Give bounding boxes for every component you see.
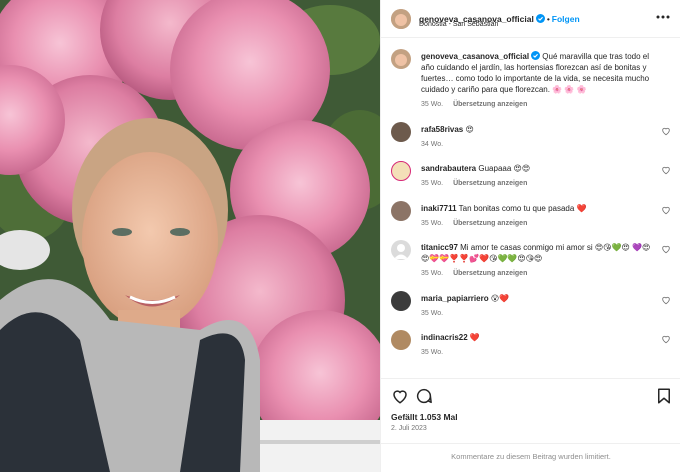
comment-username[interactable]: inaki7711 bbox=[421, 204, 457, 213]
comment-username[interactable]: rafa58rivas bbox=[421, 125, 463, 134]
verified-icon bbox=[531, 51, 541, 60]
heart-icon[interactable] bbox=[661, 244, 671, 254]
comment-text: ❤️ bbox=[469, 333, 480, 342]
commenter-avatar[interactable] bbox=[391, 201, 411, 221]
comment-icon[interactable] bbox=[415, 387, 433, 405]
post-actions: Gefällt 1.053 Mal 2. Juli 2023 Kommentar… bbox=[381, 378, 680, 468]
comment-text: 😮❤️ bbox=[490, 294, 510, 303]
translate-link[interactable]: Übersetzung anzeigen bbox=[453, 101, 527, 108]
comment-time: 34 Wo. bbox=[421, 141, 444, 148]
author-avatar[interactable] bbox=[391, 49, 411, 69]
more-options-icon[interactable] bbox=[655, 10, 671, 24]
commenter-avatar[interactable] bbox=[391, 122, 411, 142]
heart-icon[interactable] bbox=[661, 295, 671, 305]
caption-username[interactable]: genoveva_casanova_official bbox=[421, 52, 529, 61]
comment-time: 35 Wo. bbox=[421, 349, 444, 356]
post-image bbox=[0, 0, 380, 472]
comment-username[interactable]: indinacris22 bbox=[421, 333, 468, 342]
bookmark-icon[interactable] bbox=[655, 387, 673, 405]
heart-icon[interactable] bbox=[661, 126, 671, 136]
separator-dot: • bbox=[546, 14, 550, 24]
verified-icon bbox=[535, 14, 545, 23]
author-avatar[interactable] bbox=[391, 9, 411, 29]
comment-text: Tan bonitas como tu que pasada ❤️ bbox=[458, 204, 587, 213]
commenter-avatar[interactable] bbox=[391, 240, 411, 260]
comment-username[interactable]: titanicc97 bbox=[421, 243, 458, 252]
post-side-panel: genoveva_casanova_official • Folgen Donost… bbox=[380, 0, 680, 472]
like-heart-icon[interactable] bbox=[391, 387, 409, 405]
heart-icon[interactable] bbox=[661, 165, 671, 175]
comment-username[interactable]: sandrabautera bbox=[421, 164, 476, 173]
post-photo bbox=[0, 0, 380, 472]
comment-username[interactable]: maria_papiarriero bbox=[421, 294, 489, 303]
comment-time: 35 Wo. bbox=[421, 310, 444, 317]
follow-button[interactable]: Folgen bbox=[552, 14, 580, 24]
post-location[interactable]: Donostia - San Sebastián bbox=[419, 21, 498, 28]
comment-text: Guapaaa 😍😍 bbox=[478, 164, 531, 173]
commenter-avatar[interactable] bbox=[391, 330, 411, 350]
caption-time: 35 Wo. bbox=[421, 101, 444, 108]
translate-link[interactable]: Übersetzung anzeigen bbox=[453, 270, 527, 277]
comment-time: 35 Wo. bbox=[421, 180, 444, 187]
heart-icon[interactable] bbox=[661, 205, 671, 215]
comment-time: 35 Wo. bbox=[421, 270, 444, 277]
commenter-avatar[interactable] bbox=[391, 291, 411, 311]
translate-link[interactable]: Übersetzung anzeigen bbox=[453, 180, 527, 187]
comments-list[interactable]: genoveva_casanova_official Qué maravilla… bbox=[381, 38, 680, 376]
post-header: genoveva_casanova_official • Folgen Donost… bbox=[381, 0, 680, 38]
comments-limited-notice: Kommentare zu diesem Beitrag wurden limi… bbox=[381, 443, 680, 469]
likes-count[interactable]: Gefällt 1.053 Mal bbox=[391, 412, 458, 422]
heart-icon[interactable] bbox=[661, 334, 671, 344]
comment-time: 35 Wo. bbox=[421, 220, 444, 227]
comment-text: 😍 bbox=[465, 125, 474, 134]
post-date: 2. Juli 2023 bbox=[391, 425, 427, 432]
translate-link[interactable]: Übersetzung anzeigen bbox=[453, 220, 527, 227]
commenter-avatar[interactable] bbox=[391, 161, 411, 181]
